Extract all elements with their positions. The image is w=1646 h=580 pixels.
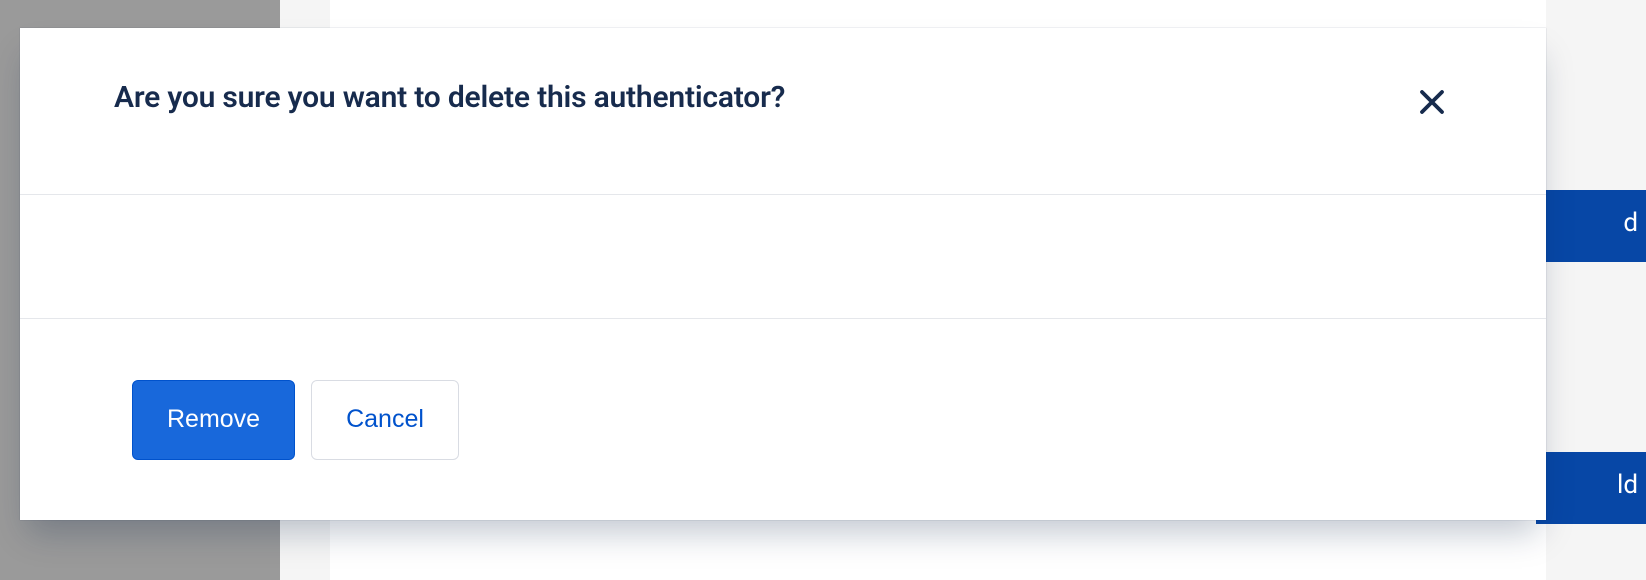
- confirm-delete-authenticator-modal: Are you sure you want to delete this aut…: [20, 28, 1546, 520]
- modal-footer: Remove Cancel: [20, 319, 1546, 520]
- close-icon: [1417, 87, 1447, 117]
- modal-title: Are you sure you want to delete this aut…: [114, 80, 785, 115]
- cancel-button[interactable]: Cancel: [311, 380, 459, 460]
- background-button-fragment: [1536, 190, 1646, 262]
- modal-header: Are you sure you want to delete this aut…: [20, 28, 1546, 195]
- remove-button[interactable]: Remove: [132, 380, 295, 460]
- modal-body: [20, 195, 1546, 319]
- background-button-fragment: [1536, 452, 1646, 524]
- close-button[interactable]: [1408, 78, 1456, 126]
